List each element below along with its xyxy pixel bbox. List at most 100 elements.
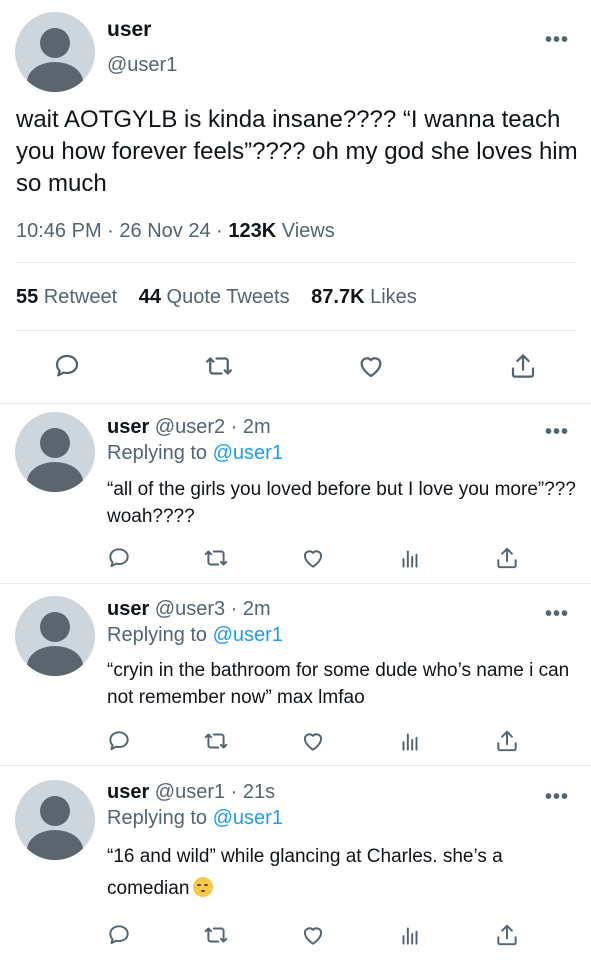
retweets-stat[interactable]: 55 Retweet — [16, 286, 117, 308]
share-icon — [497, 547, 517, 569]
tweet-meta: 10:46 PM · 26 Nov 24 · 123K Views — [16, 220, 335, 243]
reply-time: · 21s — [225, 781, 276, 803]
reply-button[interactable] — [102, 918, 136, 952]
reply-text: “cryin in the bathroom for some dude who… — [107, 660, 570, 708]
tweet-time[interactable]: 10:46 PM — [16, 220, 102, 242]
reply-icon — [109, 925, 129, 945]
replying-prefix: Replying to — [107, 442, 213, 464]
reply-author-handle[interactable]: @user2 — [149, 416, 225, 438]
avatar-head — [40, 428, 70, 458]
reply-tweet: user @user2 · 2m ••• Replying to @user1 … — [0, 404, 591, 584]
reply-header: user @user3 · 2m — [107, 598, 271, 621]
reply-icon — [55, 354, 79, 377]
retweet-button[interactable] — [199, 541, 233, 575]
reply-icon — [109, 548, 129, 568]
avatar[interactable] — [15, 412, 95, 492]
analytics-icon — [402, 733, 418, 751]
share-icon — [511, 354, 535, 378]
reply-icon — [109, 731, 129, 751]
reply-time: · 2m — [225, 416, 271, 438]
quote-tweets-count: 44 — [138, 286, 161, 308]
share-button[interactable] — [506, 349, 540, 383]
avatar-body — [27, 462, 83, 492]
divider — [16, 330, 576, 331]
replying-mention[interactable]: @user1 — [213, 442, 283, 464]
replying-mention[interactable]: @user1 — [213, 807, 283, 829]
tweet-date[interactable]: 26 Nov 24 — [119, 220, 210, 242]
reply-header: user @user1 · 21s — [107, 781, 275, 804]
analytics-button[interactable] — [393, 541, 427, 575]
quote-tweets-stat[interactable]: 44 Quote Tweets — [139, 286, 290, 308]
like-button[interactable] — [296, 918, 330, 952]
quote-tweets-label: Quote Tweets — [161, 286, 290, 308]
smirking-face-emoji-icon — [193, 877, 214, 897]
avatar[interactable] — [15, 12, 95, 92]
like-button[interactable] — [296, 724, 330, 758]
more-options-icon[interactable]: ••• — [545, 422, 569, 442]
retweet-icon — [206, 357, 232, 375]
avatar-head — [40, 796, 70, 826]
reply-text: “16 and wild” while glancing at Charles.… — [107, 841, 577, 905]
meta-separator: · — [101, 220, 120, 242]
share-icon — [497, 924, 517, 946]
heart-icon — [303, 927, 323, 945]
author-handle[interactable]: @user1 — [107, 54, 177, 77]
views-label: Views — [276, 220, 335, 242]
reply-button[interactable] — [102, 541, 136, 575]
divider — [16, 262, 576, 263]
likes-count: 87.7K — [311, 286, 365, 308]
avatar[interactable] — [15, 780, 95, 860]
share-icon — [497, 730, 517, 752]
more-options-icon[interactable]: ••• — [545, 604, 569, 624]
avatar-head — [40, 612, 70, 642]
heart-icon — [303, 550, 323, 568]
reply-time: · 2m — [225, 598, 271, 620]
heart-icon — [360, 357, 382, 378]
views-count: 123K — [228, 220, 277, 242]
reply-button[interactable] — [50, 349, 84, 383]
analytics-icon — [402, 927, 418, 945]
retweets-label: Retweet — [38, 286, 118, 308]
replying-to: Replying to @user1 — [107, 807, 283, 830]
retweet-button[interactable] — [199, 918, 233, 952]
author-name[interactable]: user — [107, 18, 151, 42]
share-button[interactable] — [490, 918, 524, 952]
tweet-stats: 55 Retweet 44 Quote Tweets 87.7K Likes — [16, 286, 433, 309]
avatar-body — [27, 830, 83, 860]
like-button[interactable] — [296, 541, 330, 575]
avatar[interactable] — [15, 596, 95, 676]
retweet-button[interactable] — [202, 349, 236, 383]
retweet-button[interactable] — [199, 724, 233, 758]
retweet-icon — [204, 550, 228, 566]
reply-author-name[interactable]: user — [107, 598, 149, 620]
more-options-icon[interactable]: ••• — [545, 30, 569, 50]
retweets-count: 55 — [16, 286, 39, 308]
replying-prefix: Replying to — [107, 624, 213, 646]
reply-author-name[interactable]: user — [107, 781, 149, 803]
replying-to: Replying to @user1 — [107, 442, 283, 465]
reply-text: “all of the girls you loved before but I… — [107, 479, 576, 527]
more-options-icon[interactable]: ••• — [545, 787, 569, 807]
analytics-button[interactable] — [393, 918, 427, 952]
meta-separator: · — [210, 220, 229, 242]
reply-text-content: “16 and wild” while glancing at Charles.… — [107, 846, 503, 899]
likes-stat[interactable]: 87.7K Likes — [311, 286, 417, 308]
heart-icon — [303, 733, 323, 751]
reply-actions — [0, 918, 591, 952]
replying-prefix: Replying to — [107, 807, 213, 829]
reply-author-handle[interactable]: @user3 — [149, 598, 225, 620]
reply-actions — [0, 724, 591, 758]
reply-author-name[interactable]: user — [107, 416, 149, 438]
share-button[interactable] — [490, 724, 524, 758]
replying-mention[interactable]: @user1 — [213, 624, 283, 646]
share-button[interactable] — [490, 541, 524, 575]
reply-button[interactable] — [102, 724, 136, 758]
avatar-body — [27, 62, 83, 92]
tweet-text: wait AOTGYLB is kinda insane???? “I wann… — [16, 106, 578, 197]
likes-label: Likes — [364, 286, 417, 308]
reply-actions — [0, 541, 591, 575]
reply-author-handle[interactable]: @user1 — [149, 781, 225, 803]
analytics-button[interactable] — [393, 724, 427, 758]
like-button[interactable] — [354, 349, 388, 383]
reply-tweet: user @user3 · 2m ••• Replying to @user1 … — [0, 584, 591, 766]
